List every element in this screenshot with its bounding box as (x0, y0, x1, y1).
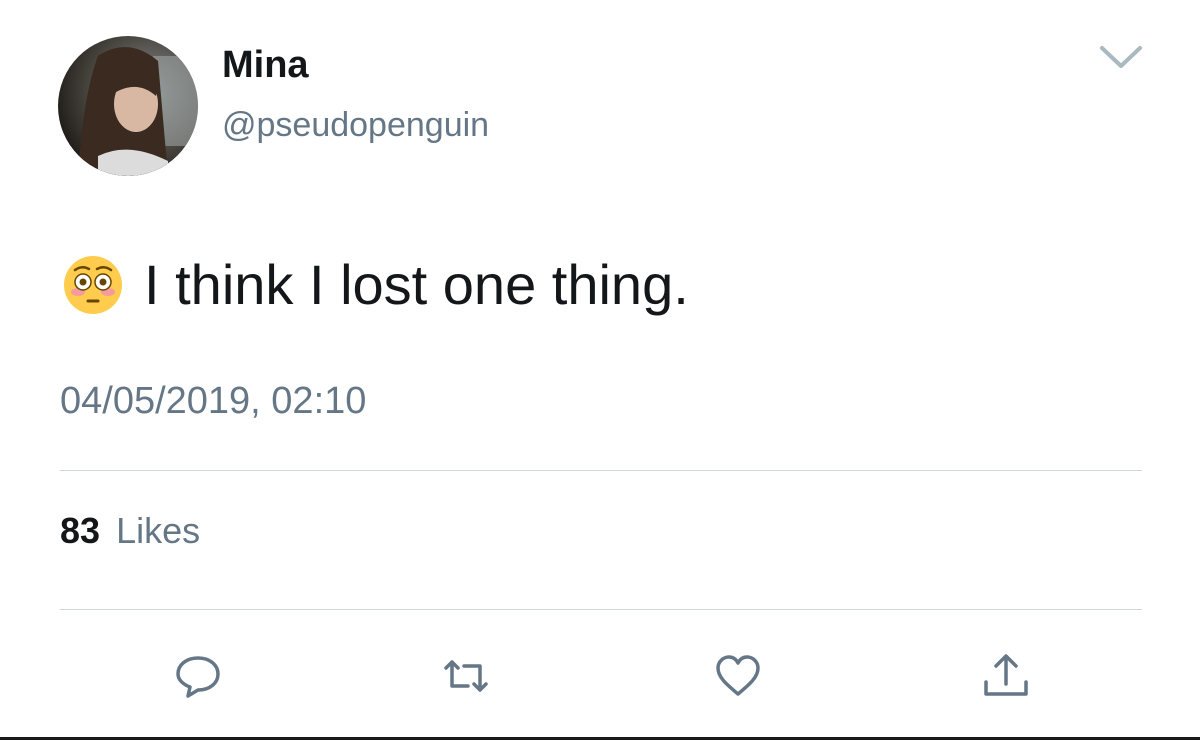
tweet-text-content: I think I lost one thing. (144, 253, 689, 316)
avatar-photo-image (58, 36, 198, 176)
divider (60, 470, 1142, 471)
display-name[interactable]: Mina (222, 44, 309, 87)
chevron-down-icon[interactable] (1098, 40, 1144, 72)
user-handle[interactable]: @pseudopenguin (222, 106, 489, 145)
share-upload-icon (984, 654, 1028, 696)
avatar[interactable] (58, 36, 198, 176)
retweet-button[interactable] (440, 650, 492, 702)
speech-bubble-icon (176, 656, 220, 698)
heart-icon (716, 655, 760, 696)
likes-stat[interactable]: 83 Likes (60, 510, 200, 552)
retweet-arrows-icon (444, 660, 488, 692)
like-button[interactable] (712, 650, 764, 702)
tweet-timestamp: 04/05/2019, 02:10 (60, 380, 367, 422)
reply-button[interactable] (172, 650, 224, 702)
share-button[interactable] (980, 650, 1032, 702)
likes-count: 83 (60, 510, 101, 551)
tweet-text: I think I lost one thing. (62, 252, 689, 317)
flushed-face-icon (64, 255, 122, 314)
likes-label: Likes (116, 510, 201, 551)
divider (60, 609, 1142, 610)
